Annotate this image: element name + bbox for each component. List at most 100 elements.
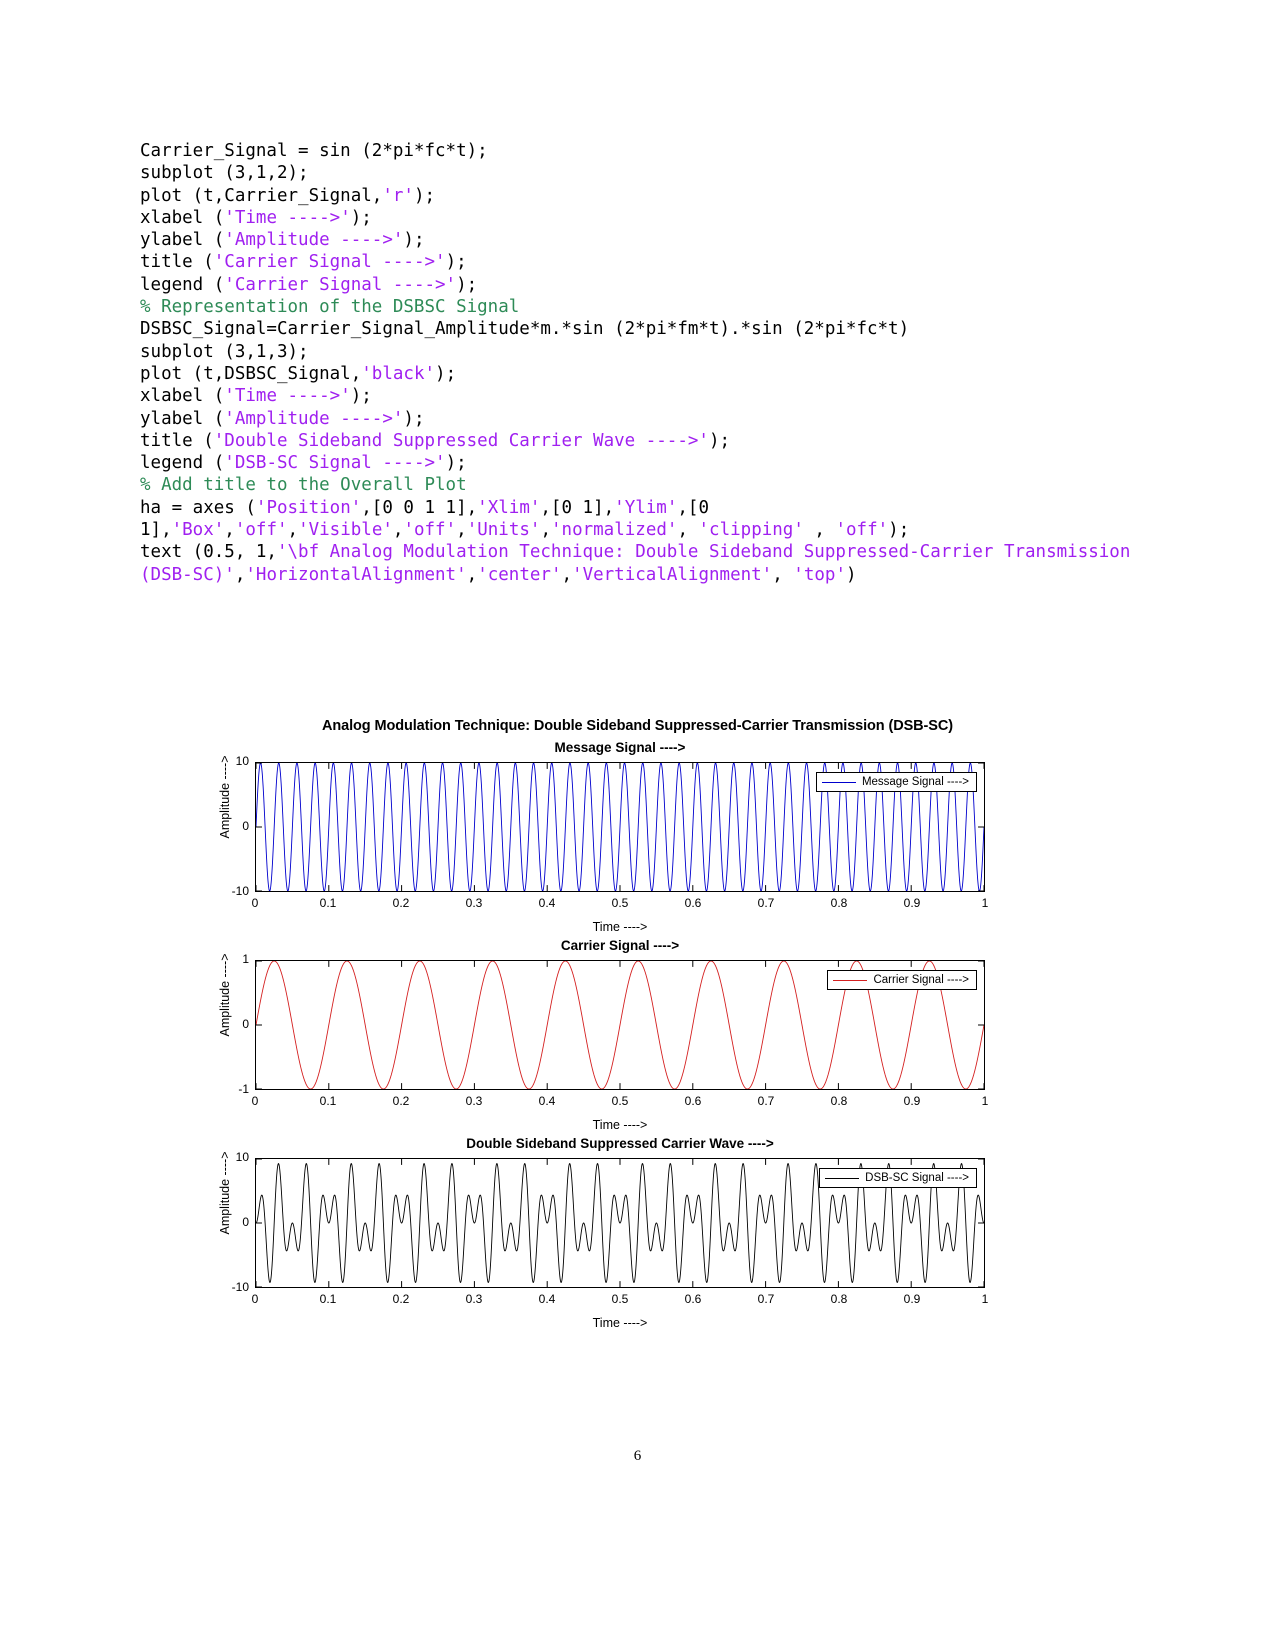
code-token: ,[0 0 1 1], (361, 497, 478, 518)
code-line: ylabel ('Amplitude ---->'); (140, 229, 1140, 251)
figure-overall-title: Analog Modulation Technique: Double Side… (322, 718, 953, 734)
legend[interactable]: Message Signal ----> (815, 772, 977, 792)
code-token: subplot (3,1,3); (140, 341, 309, 362)
y-tick-label: -1 (238, 1082, 249, 1096)
x-tick-label: 0.4 (538, 1292, 556, 1306)
legend-label: DSB-SC Signal ----> (865, 1172, 969, 1184)
code-token: ); (403, 230, 425, 251)
x-tick-label: 0.3 (465, 1292, 483, 1306)
x-tick-label: 0.4 (538, 1094, 556, 1108)
code-token: 'top' (793, 564, 846, 585)
code-token: , (677, 520, 699, 541)
code-token: 'Time ---->' (224, 207, 351, 228)
code-token: 'Carrier Signal ---->' (213, 252, 446, 273)
x-tick-label: 0 (251, 1292, 259, 1306)
code-line: text (0.5, 1,'\bf Analog Modulation Tech… (140, 541, 1140, 586)
y-tick-label: 0 (242, 819, 249, 833)
x-tick-label: 0.6 (684, 1292, 702, 1306)
code-token: 'Double Sideband Suppressed Carrier Wave… (213, 430, 709, 451)
y-tick-label: 10 (235, 1150, 249, 1164)
code-token: ha = axes ( (140, 497, 256, 518)
code-token: , (803, 520, 836, 541)
x-tick-label: 0.1 (319, 896, 337, 910)
code-line: subplot (3,1,2); (140, 162, 1140, 184)
code-token: , (234, 564, 246, 585)
x-axis-label: Time ----> (592, 920, 648, 934)
y-tick-label: 10 (235, 754, 249, 768)
code-token: title ( (140, 430, 214, 451)
code-token: , (392, 520, 404, 541)
code-token: % Add title to the Overall Plot (140, 475, 467, 496)
x-tick-label: 0.6 (684, 1094, 702, 1108)
code-token: ); (350, 207, 372, 228)
code-line: title ('Double Sideband Suppressed Carri… (140, 430, 1140, 452)
code-line: plot (t,Carrier_Signal,'r'); (140, 185, 1140, 207)
code-token: % Representation of the DSBSC Signal (140, 297, 520, 318)
y-tick-label: 0 (242, 1017, 249, 1031)
code-token: ,[0 1], (540, 497, 615, 518)
code-token: ylabel ( (140, 230, 225, 251)
code-token: 'black' (361, 363, 436, 384)
code-token: 'center' (477, 564, 562, 585)
code-token: legend ( (140, 453, 225, 474)
code-token: 'off' (234, 520, 288, 541)
code-token: text (0.5, 1, (140, 542, 277, 563)
code-token: ); (445, 252, 467, 273)
code-token: ); (435, 363, 457, 384)
code-token: 'Carrier Signal ---->' (224, 274, 457, 295)
legend-swatch (821, 781, 856, 783)
code-token: 'Visible' (298, 520, 393, 541)
y-axis-label: Amplitude ----> (218, 755, 232, 839)
code-token: xlabel ( (140, 207, 225, 228)
x-tick-label: 0.5 (611, 1094, 629, 1108)
x-tick-label: 0.2 (392, 1292, 410, 1306)
code-line: xlabel ('Time ---->'); (140, 207, 1140, 229)
code-token: 'Amplitude ---->' (224, 230, 404, 251)
x-tick-label: 0.9 (903, 896, 921, 910)
code-line: % Add title to the Overall Plot (140, 474, 1140, 496)
code-token: 'DSB-SC Signal ---->' (224, 453, 446, 474)
legend-label: Carrier Signal ----> (873, 974, 969, 986)
legend[interactable]: Carrier Signal ----> (827, 970, 977, 990)
code-token: ) (845, 564, 857, 585)
x-tick-label: 0.6 (684, 896, 702, 910)
code-token: 'Units' (466, 520, 541, 541)
x-tick-label: 0.7 (757, 1292, 775, 1306)
legend-swatch (825, 1177, 860, 1179)
code-token: 'clipping' (698, 520, 804, 541)
code-token: 'Position' (255, 497, 362, 518)
code-token: legend ( (140, 274, 225, 295)
code-token: ); (445, 453, 467, 474)
legend-swatch (833, 979, 868, 981)
y-tick-label: 1 (242, 952, 249, 966)
x-tick-label: 0.8 (830, 1292, 848, 1306)
code-token: plot (t,DSBSC_Signal, (140, 363, 362, 384)
code-line: legend ('Carrier Signal ---->'); (140, 274, 1140, 296)
code-token: ylabel ( (140, 408, 225, 429)
subplot-title: Double Sideband Suppressed Carrier Wave … (466, 1136, 774, 1151)
legend[interactable]: DSB-SC Signal ----> (819, 1168, 977, 1188)
x-tick-label: 0.5 (611, 1292, 629, 1306)
x-tick-label: 0.8 (830, 1094, 848, 1108)
code-token: 'Xlim' (477, 497, 541, 518)
code-token: 'Ylim' (614, 497, 678, 518)
code-line: subplot (3,1,3); (140, 341, 1140, 363)
code-token: title ( (140, 252, 214, 273)
x-tick-label: 0.2 (392, 1094, 410, 1108)
code-line: ylabel ('Amplitude ---->'); (140, 408, 1140, 430)
code-line: title ('Carrier Signal ---->'); (140, 251, 1140, 273)
x-tick-label: 0.2 (392, 896, 410, 910)
y-axis-label: Amplitude ----> (218, 953, 232, 1037)
x-tick-label: 0 (251, 1094, 259, 1108)
code-token: 'Amplitude ---->' (224, 408, 404, 429)
y-tick-label: 0 (242, 1215, 249, 1229)
code-token: ); (350, 386, 372, 407)
code-line: xlabel ('Time ---->'); (140, 385, 1140, 407)
y-axis-label: Amplitude ----> (218, 1151, 232, 1235)
code-token: , (456, 520, 467, 541)
code-token: , (287, 520, 299, 541)
x-tick-label: 0.5 (611, 896, 629, 910)
page-number: 6 (633, 1448, 642, 1464)
x-tick-label: 0 (251, 896, 259, 910)
code-token: DSBSC_Signal=Carrier_Signal_Amplitude*m.… (140, 319, 910, 340)
